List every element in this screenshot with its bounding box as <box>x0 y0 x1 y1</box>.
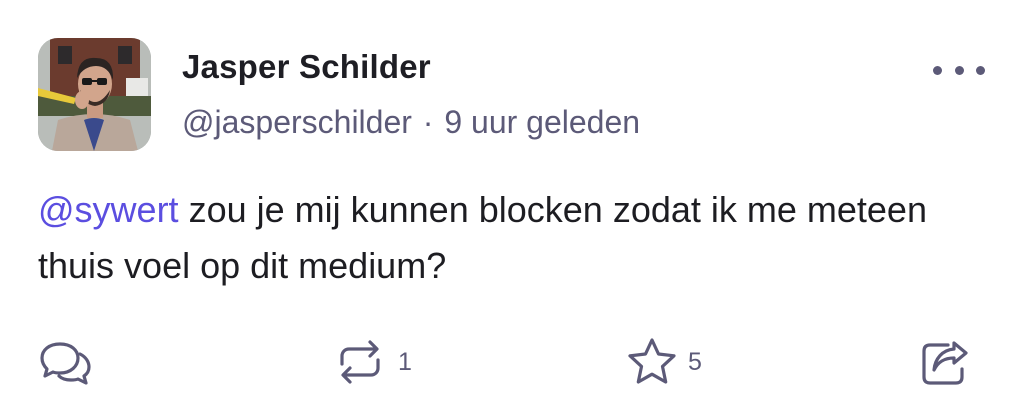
favourite-count: 5 <box>688 347 702 376</box>
repost-count: 1 <box>398 347 412 376</box>
star-icon <box>628 338 676 384</box>
repost-button[interactable]: 1 <box>332 334 412 390</box>
post-timestamp[interactable]: 9 uur geleden <box>444 104 640 140</box>
more-icon-dot <box>976 65 985 75</box>
post-content: @sywert zou je mij kunnen blocken zodat … <box>38 182 998 294</box>
author-display-name[interactable]: Jasper Schilder <box>182 48 431 86</box>
avatar-photo <box>38 38 151 151</box>
favourite-button[interactable]: 5 <box>626 334 702 390</box>
author-handle[interactable]: @jasperschilder <box>182 104 412 140</box>
avatar[interactable] <box>38 38 151 151</box>
reply-icon <box>40 342 91 385</box>
meta-separator: · <box>422 104 434 140</box>
reply-button[interactable] <box>38 334 92 390</box>
more-options-button[interactable] <box>933 58 985 82</box>
more-icon-dot <box>954 65 964 75</box>
share-button[interactable] <box>918 334 972 390</box>
repost-icon <box>340 340 380 384</box>
share-icon <box>922 341 968 385</box>
author-meta: @jasperschilder · 9 uur geleden <box>182 104 640 141</box>
mention-link[interactable]: @sywert <box>38 189 179 230</box>
post-card: Jasper Schilder @jasperschilder · 9 uur … <box>0 0 1024 419</box>
more-icon <box>933 65 942 75</box>
